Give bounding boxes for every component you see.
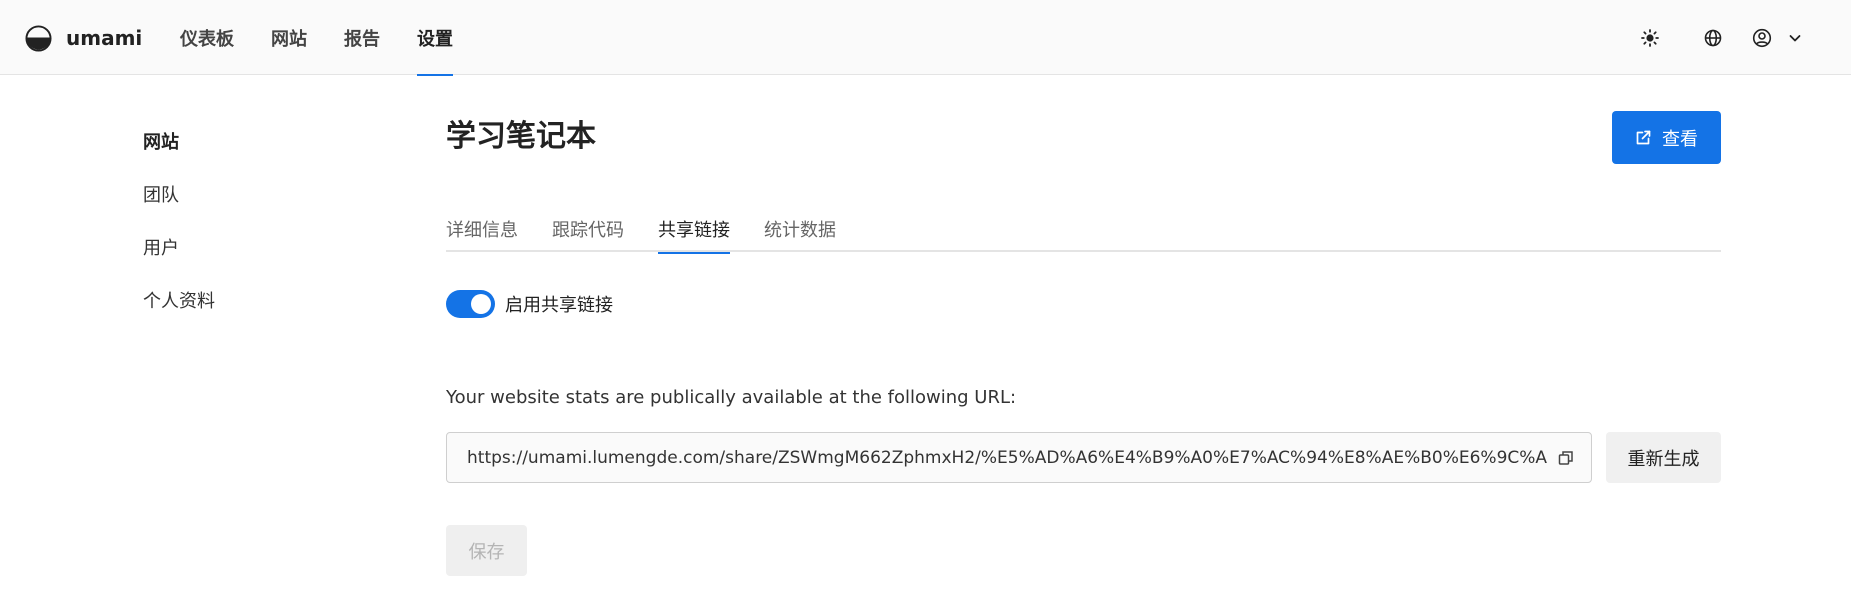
share-url-field <box>446 432 1592 483</box>
main-nav: 仪表板 网站 报告 设置 <box>180 0 490 76</box>
toggle-knob <box>471 294 491 314</box>
sidebar-item-websites[interactable]: 网站 <box>143 125 215 178</box>
user-circle-icon <box>1752 28 1772 48</box>
brand[interactable]: umami <box>25 23 142 53</box>
regenerate-button[interactable]: 重新生成 <box>1606 432 1721 483</box>
settings-sidebar: 网站 团队 用户 个人资料 <box>143 125 215 337</box>
nav-item-dashboard[interactable]: 仪表板 <box>180 0 234 75</box>
sidebar-item-profile[interactable]: 个人资料 <box>143 284 215 337</box>
view-button[interactable]: 查看 <box>1612 111 1721 164</box>
view-button-label: 查看 <box>1662 128 1698 150</box>
nav-item-reports[interactable]: 报告 <box>344 0 380 75</box>
top-header: umami 仪表板 网站 报告 设置 <box>0 0 1851 76</box>
tab-data[interactable]: 统计数据 <box>764 205 836 252</box>
website-tabs: 详细信息 跟踪代码 共享链接 统计数据 <box>446 205 1721 254</box>
share-toggle-row: 启用共享链接 <box>446 289 613 319</box>
nav-item-websites[interactable]: 网站 <box>271 0 307 75</box>
enable-share-label: 启用共享链接 <box>505 295 613 316</box>
theme-toggle-button[interactable] <box>1636 24 1664 52</box>
save-button[interactable]: 保存 <box>446 525 527 576</box>
copy-icon[interactable] <box>1557 449 1575 467</box>
share-url-input[interactable] <box>467 433 1547 482</box>
external-link-icon <box>1636 130 1651 145</box>
tab-share-url[interactable]: 共享链接 <box>658 205 730 254</box>
nav-item-settings[interactable]: 设置 <box>417 0 453 76</box>
sidebar-item-teams[interactable]: 团队 <box>143 178 215 231</box>
tab-tracking-code[interactable]: 跟踪代码 <box>552 205 624 252</box>
chevron-down-icon <box>1789 35 1801 42</box>
share-description: Your website stats are publically availa… <box>446 387 1017 408</box>
language-button[interactable] <box>1699 24 1727 52</box>
sun-icon <box>1641 29 1659 47</box>
globe-icon <box>1704 29 1722 47</box>
brand-name: umami <box>66 26 143 50</box>
enable-share-toggle[interactable] <box>446 290 495 318</box>
umami-logo-icon <box>25 24 52 52</box>
tab-details[interactable]: 详细信息 <box>446 205 518 252</box>
user-menu-button[interactable] <box>1752 24 1802 52</box>
page-title: 学习笔记本 <box>446 119 596 154</box>
sidebar-item-users[interactable]: 用户 <box>143 231 215 284</box>
